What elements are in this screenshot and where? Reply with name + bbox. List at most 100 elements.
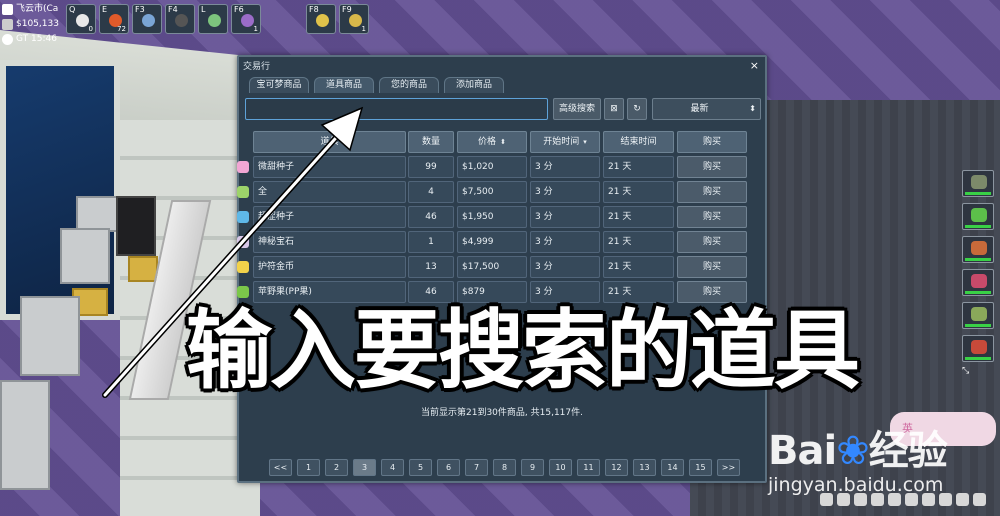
file-cabinet <box>0 380 50 490</box>
sort-value: 最新 <box>690 104 709 114</box>
last-page-button[interactable]: >> <box>717 459 740 476</box>
item-name-cell: 神秘宝石 <box>237 231 406 253</box>
page-button[interactable]: 8 <box>493 459 516 476</box>
item-name-cell: 超涩种子 <box>237 206 406 228</box>
expand-icon[interactable]: ⤡ <box>962 366 969 376</box>
item-icon <box>142 14 155 27</box>
price-cell: $17,500 <box>457 256 527 278</box>
start-time-cell: 3 分 <box>530 206 600 228</box>
page-button[interactable]: 9 <box>521 459 544 476</box>
party-pokemon-slot[interactable] <box>962 302 994 329</box>
ball-icon[interactable] <box>888 493 901 506</box>
sort-dropdown[interactable]: 最新 ⬍ <box>652 98 761 120</box>
header-start-time[interactable]: 开始时间 ▾ <box>530 131 600 153</box>
party-pokemon-slot[interactable] <box>962 269 994 296</box>
advanced-search-button[interactable]: 高级搜索 <box>553 98 601 120</box>
page-button[interactable]: 1 <box>297 459 320 476</box>
page-button[interactable]: 10 <box>549 459 572 476</box>
party-pokemon-slot[interactable] <box>962 203 994 230</box>
quantity-cell: 1 <box>408 231 454 253</box>
card-icon[interactable] <box>854 493 867 506</box>
tab-bar: 宝可梦商品 道具商品 您的商品 添加商品 <box>249 77 504 93</box>
item-name: 超涩种子 <box>258 212 295 222</box>
page-button[interactable]: 12 <box>605 459 628 476</box>
end-time-cell: 21 天 <box>603 206 674 228</box>
table-header: 道具 数量 价格 ⬍ 开始时间 ▾ 结束时间 购买 <box>245 131 763 153</box>
buy-button[interactable]: 购买 <box>677 206 747 228</box>
money-text: $105,133 <box>16 19 59 29</box>
pokemon-sprite-icon <box>971 340 987 354</box>
dropdown-arrow-icon: ⬍ <box>749 104 756 113</box>
item-name-cell: 全 <box>237 181 406 203</box>
buy-button[interactable]: 购买 <box>677 256 747 278</box>
page-button[interactable]: 4 <box>381 459 404 476</box>
item-icon <box>316 14 329 27</box>
item-name: 神秘宝石 <box>258 237 295 247</box>
gear-icon[interactable] <box>922 493 935 506</box>
item-icon <box>237 186 249 198</box>
close-icon[interactable]: × <box>750 59 759 72</box>
page-button[interactable]: 6 <box>437 459 460 476</box>
refresh-icon[interactable]: ↻ <box>627 98 647 120</box>
item-icon <box>237 261 249 273</box>
tab-add-listing[interactable]: 添加商品 <box>444 77 504 93</box>
menu-icon[interactable] <box>973 493 986 506</box>
buy-button[interactable]: 购买 <box>677 231 747 253</box>
slot-key: F3 <box>135 5 145 14</box>
slot-key: F9 <box>342 5 352 14</box>
page-button[interactable]: 5 <box>409 459 432 476</box>
hotbar-slot-f6[interactable]: F6 1 <box>231 4 261 34</box>
pagination: << 1 2 3 4 5 6 7 8 9 10 11 12 13 14 15 >> <box>269 459 740 476</box>
hotbar-slot-f4[interactable]: F4 <box>165 4 195 34</box>
card-icon[interactable] <box>939 493 952 506</box>
price-cell: $1,020 <box>457 156 527 178</box>
hotbar-slot-f8[interactable]: F8 <box>306 4 336 34</box>
party-panel <box>962 170 994 368</box>
quantity-cell: 99 <box>408 156 454 178</box>
page-button[interactable]: 15 <box>689 459 712 476</box>
card-icon[interactable] <box>956 493 969 506</box>
header-quantity[interactable]: 数量 <box>408 131 454 153</box>
header-item[interactable]: 道具 <box>253 131 406 153</box>
buy-button[interactable]: 购买 <box>677 156 747 178</box>
search-input[interactable] <box>245 98 548 120</box>
page-button[interactable]: 7 <box>465 459 488 476</box>
header-price[interactable]: 价格 ⬍ <box>457 131 527 153</box>
bag-icon[interactable] <box>820 493 833 506</box>
money-icon <box>2 19 13 30</box>
quantity-cell: 13 <box>408 256 454 278</box>
page-button[interactable]: 2 <box>325 459 348 476</box>
card-icon[interactable] <box>871 493 884 506</box>
hotbar-slot-q[interactable]: Q0 <box>66 4 96 34</box>
card-icon[interactable] <box>837 493 850 506</box>
start-time-cell: 3 分 <box>530 256 600 278</box>
hotbar-slot-e[interactable]: E 72 <box>99 4 129 34</box>
table-row: 护符金币 13 $17,500 3 分 21 天购买 <box>237 256 763 278</box>
tab-pokemon-listings[interactable]: 宝可梦商品 <box>249 77 309 93</box>
bottom-toolbar <box>820 493 986 506</box>
hotbar-slot-f9[interactable]: F9 1 <box>339 4 369 34</box>
pokemon-sprite-icon <box>971 208 987 222</box>
party-pokemon-slot[interactable] <box>962 236 994 263</box>
end-time-cell: 21 天 <box>603 256 674 278</box>
item-icon <box>237 161 249 173</box>
party-pokemon-slot[interactable] <box>962 170 994 197</box>
sun-icon <box>2 34 13 45</box>
buy-button[interactable]: 购买 <box>677 181 747 203</box>
clear-filter-icon[interactable]: ⊠ <box>604 98 624 120</box>
party-pokemon-slot[interactable] <box>962 335 994 362</box>
bag-icon[interactable] <box>905 493 918 506</box>
tab-item-listings[interactable]: 道具商品 <box>314 77 374 93</box>
end-time-cell: 21 天 <box>603 231 674 253</box>
tab-my-listings[interactable]: 您的商品 <box>379 77 439 93</box>
hotbar-slot-l[interactable]: L <box>198 4 228 34</box>
first-page-button[interactable]: << <box>269 459 292 476</box>
hotbar-slot-f3[interactable]: F3 <box>132 4 162 34</box>
header-end-time[interactable]: 结束时间 <box>603 131 674 153</box>
page-button[interactable]: 14 <box>661 459 684 476</box>
page-button[interactable]: 3 <box>353 459 376 476</box>
page-button[interactable]: 11 <box>577 459 600 476</box>
table-row: 神秘宝石 1 $4,999 3 分 21 天购买 <box>237 231 763 253</box>
file-cabinet <box>20 296 80 376</box>
page-button[interactable]: 13 <box>633 459 656 476</box>
